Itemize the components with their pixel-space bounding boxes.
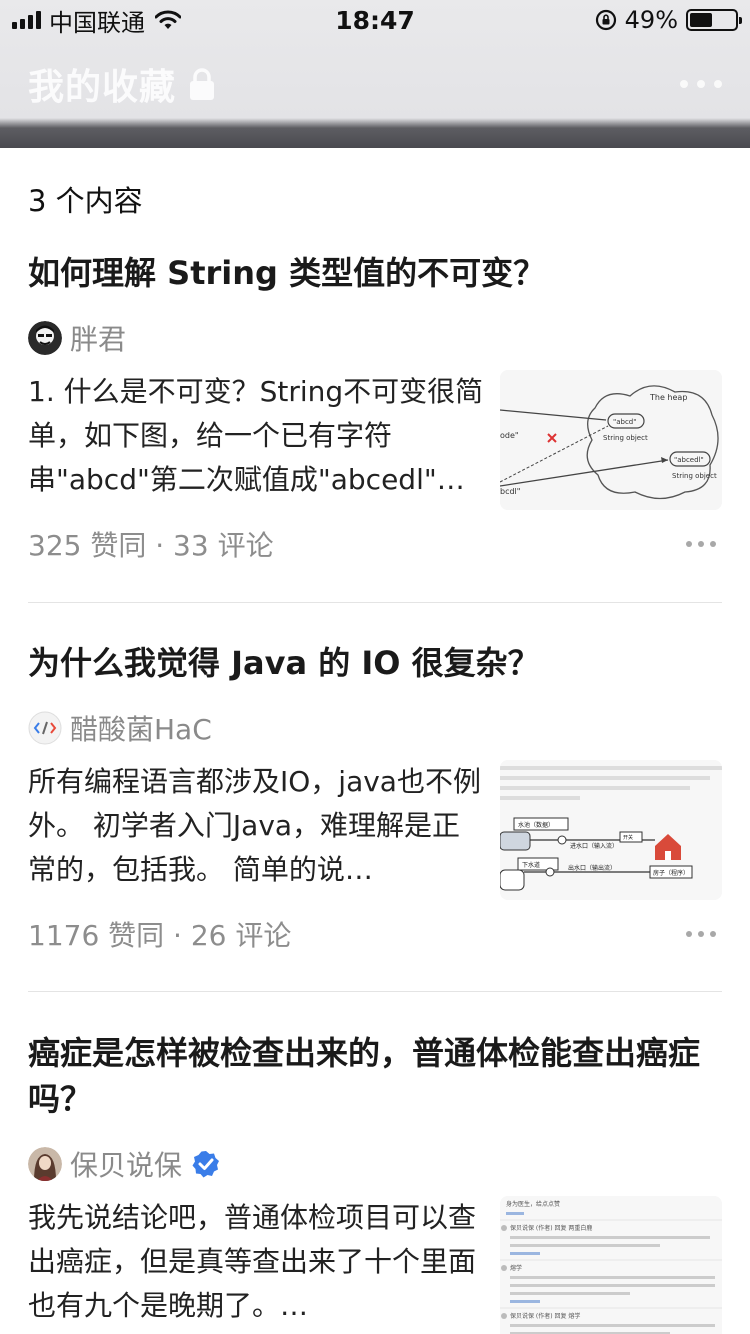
wifi-icon xyxy=(155,10,181,29)
thumb-label-obj1: String object xyxy=(603,434,648,442)
author-row[interactable]: 醋酸菌HaC xyxy=(28,708,722,748)
cellular-signal-icon xyxy=(12,11,41,29)
battery-percent: 49% xyxy=(624,6,678,34)
avatar[interactable] xyxy=(28,321,62,355)
more-icon[interactable] xyxy=(680,80,722,88)
thumb-label-b: 保贝说保 (作者) 回复 两重白鹿 xyxy=(510,1224,592,1232)
favorites-screen: 中国联通 18:47 49% 我的收藏 3 个内容 如何理解 String 类型… xyxy=(0,0,750,1334)
thumb-label-a: 水池（数据） xyxy=(518,821,554,829)
thumb-label-d: 出水口（输出流） xyxy=(568,864,616,872)
answer-excerpt[interactable]: 所有编程语言都涉及IO，java也不例外。 初学者入门Java，难理解是正常的，… xyxy=(28,760,484,892)
content-count: 3 个内容 xyxy=(28,184,143,218)
question-title[interactable]: 为什么我觉得 Java 的 IO 很复杂？ xyxy=(28,640,722,686)
rotation-lock-icon xyxy=(595,9,616,31)
avatar[interactable] xyxy=(28,711,62,745)
thumbnail-image[interactable]: 水池（数据） 进水口（输入流） 开关 下水道 出水口（输出流） 房子（程序） xyxy=(500,760,722,900)
more-options-icon[interactable] xyxy=(686,931,716,937)
carrier-name: 中国联通 xyxy=(49,8,145,37)
thumb-label-heap: The heap xyxy=(649,393,687,402)
thumb-label-box1: "abcd" xyxy=(613,418,636,426)
thumb-label-c: 熔学 xyxy=(510,1264,522,1272)
page-title: 我的收藏 xyxy=(28,67,177,108)
status-bar: 中国联通 18:47 49% xyxy=(0,0,750,40)
lock-icon xyxy=(190,68,215,100)
divider xyxy=(28,991,722,992)
question-title[interactable]: 如何理解 String 类型值的不可变？ xyxy=(28,250,722,296)
thumb-label-left1: ode" xyxy=(500,431,519,440)
answer-excerpt[interactable]: 1. 什么是不可变？String不可变很简单，如下图，给一个已有字符串"abcd… xyxy=(28,370,484,502)
avatar[interactable] xyxy=(28,1147,62,1181)
thumb-label-obj2: String object xyxy=(672,472,717,480)
header-area: 中国联通 18:47 49% 我的收藏 xyxy=(0,0,750,148)
divider xyxy=(28,602,722,603)
list-item[interactable]: 癌症是怎样被检查出来的，普通体检能查出癌症吗？ 保贝说保 我先说结论吧，普通体检… xyxy=(28,1030,722,1334)
thumb-label-box2: "abcedl" xyxy=(674,456,704,464)
nav-bar: 我的收藏 xyxy=(0,52,750,116)
thumb-label-left2: bcdl" xyxy=(500,487,520,496)
author-row[interactable]: 胖君 xyxy=(28,318,722,358)
vote-comment-stats: 325 赞同 · 33 评论 xyxy=(28,529,274,562)
more-options-icon[interactable] xyxy=(686,541,716,547)
battery-icon xyxy=(686,9,742,31)
question-title[interactable]: 癌症是怎样被检查出来的，普通体检能查出癌症吗？ xyxy=(28,1030,722,1122)
answer-excerpt[interactable]: 我先说结论吧，普通体检项目可以查出癌症，但是真等查出来了十个里面也有九个是晚期了… xyxy=(28,1196,484,1328)
thumb-label-d: 保贝说保 (作者) 回复 熔学 xyxy=(510,1312,580,1320)
author-name[interactable]: 保贝说保 xyxy=(70,1144,182,1184)
thumbnail-image[interactable]: 身为医生，给点点赞 保贝说保 (作者) 回复 两重白鹿 熔学 保贝说保 (作者)… xyxy=(500,1196,722,1334)
thumb-label-e: 房子（程序） xyxy=(653,869,689,877)
thumb-label-f: 开关 xyxy=(623,834,633,841)
verified-badge-icon xyxy=(192,1151,220,1178)
author-name[interactable]: 胖君 xyxy=(70,318,126,358)
thumbnail-image[interactable]: The heap "abcd" String object "abcedl" S… xyxy=(500,370,722,510)
list-item[interactable]: 为什么我觉得 Java 的 IO 很复杂？ 醋酸菌HaC 所有编程语言都涉及IO… xyxy=(28,640,722,954)
thumb-label-c: 下水道 xyxy=(522,861,540,869)
list-item[interactable]: 如何理解 String 类型值的不可变？ 胖君 1. 什么是不可变？String… xyxy=(28,250,722,564)
author-name[interactable]: 醋酸菌HaC xyxy=(70,708,212,748)
thumb-label-a: 身为医生，给点点赞 xyxy=(506,1200,560,1208)
vote-comment-stats: 1176 赞同 · 26 评论 xyxy=(28,919,292,952)
author-row[interactable]: 保贝说保 xyxy=(28,1144,722,1184)
thumb-label-b: 进水口（输入流） xyxy=(570,842,618,850)
